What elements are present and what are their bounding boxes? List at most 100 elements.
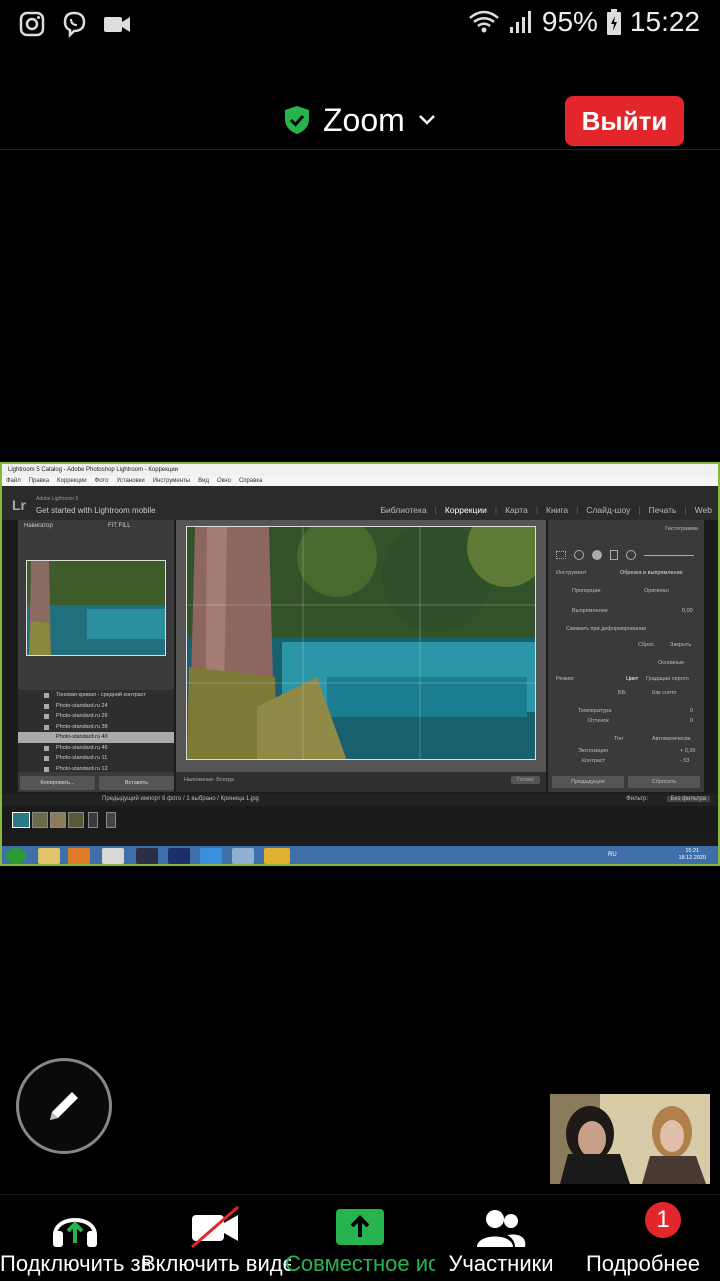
straighten-label: Выпрямление (572, 608, 608, 614)
tool-label: Инструмент (556, 570, 587, 576)
lr-logo: Lr (12, 497, 26, 513)
lr-mobile-link: Get started with Lightroom mobile (36, 506, 156, 515)
lr-menu-item: Вид (198, 478, 209, 484)
reset-crop: Сброс (638, 642, 654, 648)
tool-strip (556, 548, 696, 562)
chrome-icon (102, 848, 124, 864)
preset-item-selected: Photo-standard.ru 40 (18, 732, 174, 743)
more-button[interactable]: Подробнее (568, 1203, 718, 1281)
auto-label: Автоматически (652, 736, 691, 742)
crop-overlay-label: Наложение: Всегда (184, 777, 234, 783)
filmstrip-thumb (12, 812, 30, 828)
left-panel-buttons: Копировать... Вставить (20, 776, 174, 790)
taskbar-date: 18.12.2020 (678, 855, 706, 861)
clock: 15:22 (629, 6, 700, 37)
lr-module: Web (694, 505, 712, 515)
wb-label: ББ: (618, 690, 627, 696)
lr-menu-item: Правка (28, 478, 50, 484)
shared-screen[interactable]: Lightroom 5 Catalog - Adobe Photoshop Li… (0, 462, 720, 866)
preset-item: Photo-standard.ru 38 (18, 722, 174, 733)
straighten-value: 0,00 (682, 608, 693, 614)
exit-button[interactable]: Выйти (565, 96, 684, 146)
bw-option: Градации серого (646, 676, 689, 682)
navigator-zoom: FIT FILL (108, 523, 131, 529)
constrain-label: Сжимать при деформировании (566, 626, 647, 632)
lr-module: Книга (546, 505, 569, 515)
start-icon (6, 848, 26, 864)
meeting-title[interactable]: Zoom (283, 90, 437, 150)
navigator-label: Навигатор (24, 523, 53, 529)
crop-label: Обрезка и выпрямление (620, 570, 683, 576)
temperature-value: 0 (690, 708, 694, 714)
filmstrip-thumb (32, 812, 48, 828)
filmstrip-thumb (106, 812, 116, 828)
filter-label: Фильтр: (626, 796, 648, 802)
preset-list: Тоновая кривая - средний контраст Photo-… (18, 690, 174, 772)
preset-item: Photo-standard.ru 46 (18, 743, 174, 754)
filmstrip-header: Предыдущий импорт 6 фото / 1 выбрано / К… (2, 794, 718, 806)
battery-percent: 95% (541, 6, 598, 37)
navigator-thumbnail (26, 560, 166, 656)
preset-item: Photo-standard.ru 24 (18, 701, 174, 712)
meeting-title-text: Zoom (323, 101, 405, 138)
lr-top-bar: Lr Adobe Lightroom 5 Get started with Li… (2, 486, 718, 520)
preset-item: Тоновая кривая - средний контраст (18, 690, 174, 701)
basic-label: Основные (658, 660, 685, 666)
navigator-header: Навигатор FIT FILL (18, 520, 174, 532)
lr-module: Карта (505, 505, 528, 515)
done-button: Готово (511, 776, 540, 784)
lr-photo (186, 526, 536, 760)
image-viewer-icon (232, 848, 254, 864)
paste-settings-button: Вставить (99, 776, 174, 790)
media-player-icon (68, 848, 90, 864)
aspect-label: Пропорции: (572, 588, 602, 594)
share-button[interactable]: Совместное использование (285, 1203, 435, 1281)
lr-menu-item: Коррекции (57, 478, 87, 484)
taskbar-language: RU (608, 852, 617, 858)
lr-menu-item: Справка (238, 478, 263, 484)
treatment-label: Режим: (556, 676, 575, 682)
more-label: Подробнее (585, 1251, 701, 1276)
lr-module: Слайд-шоу (586, 505, 631, 515)
histogram-label: Гистограмма (665, 526, 698, 532)
folder-icon (38, 848, 60, 864)
annotate-button[interactable] (16, 1058, 112, 1154)
instagram-icon (19, 11, 45, 37)
contrast-value: - 53 (680, 758, 690, 764)
lr-right-panel: Гистограмма Инструмент Обрезка и выпрямл… (548, 520, 704, 792)
crop-toolbar: Наложение: Всегда Готово (176, 772, 546, 792)
video-icon (104, 17, 130, 32)
info-app-icon (264, 848, 290, 864)
lr-module-picker: Библиотека | Коррекции | Карта | Книга | Сла… (380, 505, 712, 515)
participants-label: Участники (448, 1251, 554, 1276)
copy-settings-button: Копировать... (20, 776, 95, 790)
pencil-icon (50, 1092, 78, 1120)
self-video-thumbnail[interactable] (550, 1094, 710, 1184)
start-video-button[interactable]: Включить видео (141, 1203, 291, 1281)
start-video-label: Включить видео (141, 1251, 291, 1276)
header-divider (0, 149, 720, 150)
aspect-value: Оригинал (644, 588, 669, 594)
temperature-label: Температура (578, 708, 612, 714)
signal-icon (509, 11, 531, 33)
close-crop: Закрыть (670, 642, 692, 648)
viber-icon (63, 11, 86, 38)
exposure-value: + 0,39 (680, 748, 696, 754)
wifi-icon (469, 10, 499, 33)
notification-badge: 1 (645, 1202, 681, 1238)
lr-module: Печать (648, 505, 677, 515)
preset-item: Photo-standard.ru 11 (18, 753, 174, 764)
color-option: Цвет (626, 676, 639, 682)
share-icon (336, 1209, 384, 1245)
lr-module-active: Коррекции (444, 505, 487, 515)
preset-item: Photo-standard.ru 26 (18, 711, 174, 722)
video-off-icon (191, 1205, 239, 1249)
lr-window-title: Lightroom 5 Catalog - Adobe Photoshop Li… (2, 464, 718, 476)
filmstrip-thumb (50, 812, 66, 828)
status-bar: 95% 15:22 (0, 0, 720, 48)
headphones-icon (53, 1218, 97, 1247)
filmstrip-thumb (68, 812, 84, 828)
participants-button[interactable]: Участники (426, 1203, 576, 1281)
join-audio-button[interactable]: Подключить звук (0, 1203, 150, 1281)
preset-item: Photo-standard.ru 12 (18, 764, 174, 775)
